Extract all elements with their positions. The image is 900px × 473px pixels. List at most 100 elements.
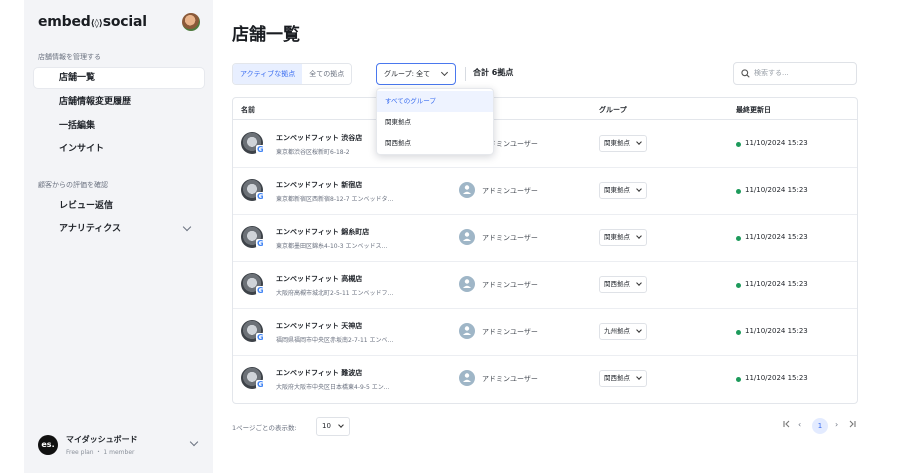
chevron-down-icon [189,437,199,447]
user-name: アドミンユーザー [482,281,538,289]
current-page[interactable]: 1 [812,418,828,434]
embedsocial-logo[interactable]: embed⟨◊⟩social [38,14,147,30]
chevron-down-icon [440,68,449,77]
sidebar: embed⟨◊⟩social 店舗情報を管理する 店舗一覧 店舗情報変更履歴 一… [24,0,213,473]
user-name: アドミンユーザー [482,187,538,195]
location-filter-tabs: アクティブな拠点 全ての拠点 [232,63,353,85]
locations-table: 名前 グループ 最終更新日 G エンベッドフィット 渋谷店 東京都渋谷区桜新町6… [232,97,858,404]
logo-mark-icon: ⟨◊⟩ [90,19,103,29]
per-page-select[interactable]: 10 [316,417,350,436]
table-row[interactable]: G エンベッドフィット 天神店 福岡県福岡市中央区赤坂南2-7-11 エンベ..… [233,309,857,356]
google-icon: G [256,239,265,248]
chevron-down-icon [182,222,192,232]
table-row[interactable]: G エンベッドフィット 渋谷店 東京都渋谷区桜新町6-18-2 アドミンユーザー… [233,121,857,168]
user-icon [459,229,475,245]
chevron-down-icon [636,280,642,286]
group-dropdown[interactable]: 関西拠点 [599,276,647,293]
google-icon: G [256,192,265,201]
location-name[interactable]: エンベッドフィット 天神店 [276,321,362,331]
account-logo: es. [38,435,58,455]
location-address: 大阪府大阪市中央区日本橋東4-9-5 エン... [276,384,390,391]
first-page-icon[interactable] [783,420,791,430]
google-icon: G [256,286,265,295]
last-updated: 11/10/2024 15:23 [745,280,808,288]
chevron-down-icon [636,374,642,380]
dropdown-item-kanto[interactable]: 関東拠点 [377,112,493,133]
account-switcher[interactable]: es. マイダッシュボード Free plan ・ 1 member [34,430,209,460]
google-icon: G [256,333,265,342]
group-dropdown[interactable]: 関東拠点 [599,182,647,199]
search-icon [741,69,750,78]
user-icon [459,370,475,386]
google-icon: G [256,145,265,154]
user-name: アドミンユーザー [482,375,538,383]
tab-active-locations[interactable]: アクティブな拠点 [233,64,303,84]
tab-all-locations[interactable]: 全ての拠点 [302,64,352,84]
sidebar-item-change-history[interactable]: 店舗情報変更履歴 [34,92,204,112]
last-page-icon[interactable] [848,420,856,430]
dropdown-item-kansai[interactable]: 関西拠点 [377,133,493,154]
status-dot-icon [736,330,741,335]
status-dot-icon [736,283,741,288]
group-dropdown[interactable]: 関西拠点 [599,370,647,387]
location-address: 東京都墨田区錦糸4-10-3 エンベッドス... [276,243,388,250]
last-updated: 11/10/2024 15:23 [745,233,808,241]
sidebar-item-insights[interactable]: インサイト [34,139,204,159]
status-dot-icon [736,377,741,382]
chevron-down-icon [636,186,642,192]
location-address: 大阪府高槻市城北町2-5-11 エンベッドフ... [276,290,394,297]
user-name: アドミンユーザー [482,234,538,242]
total-count: 合計 6拠点 [473,68,514,77]
chevron-down-icon [636,233,642,239]
section-label-reviews: 顧客からの評価を確認 [38,181,108,189]
table-row[interactable]: G エンベッドフィット 錦糸町店 東京都墨田区錦糸4-10-3 エンベッドス..… [233,215,857,262]
google-icon: G [256,380,265,389]
group-dropdown-menu: すべてのグループ 関東拠点 関西拠点 [376,88,494,155]
location-address: 東京都渋谷区桜新町6-18-2 [276,149,350,156]
last-updated: 11/10/2024 15:23 [745,139,808,147]
table-row[interactable]: G エンベッドフィット 難波店 大阪府大阪市中央区日本橋東4-9-5 エン...… [233,356,857,403]
status-dot-icon [736,236,741,241]
column-header-updated: 最終更新日 [736,106,771,114]
location-name[interactable]: エンベッドフィット 渋谷店 [276,133,362,143]
status-dot-icon [736,142,741,147]
table-header: 名前 グループ 最終更新日 [233,98,857,120]
dropdown-item-all-groups[interactable]: すべてのグループ [377,91,493,112]
group-dropdown[interactable]: 関東拠点 [599,229,647,246]
group-dropdown[interactable]: 九州拠点 [599,323,647,340]
column-header-name: 名前 [241,106,255,114]
location-name[interactable]: エンベッドフィット 錦糸町店 [276,227,369,237]
location-name[interactable]: エンベッドフィット 難波店 [276,368,362,378]
last-updated: 11/10/2024 15:23 [745,374,808,382]
group-select[interactable]: グループ: 全て [376,63,456,85]
last-updated: 11/10/2024 15:23 [745,186,808,194]
location-address: 東京都新宿区西新宿8-12-7 エンベッドタ... [276,196,394,203]
sidebar-item-review-reply[interactable]: レビュー返信 [34,196,204,216]
column-header-group: グループ [599,106,627,114]
user-icon [459,276,475,292]
chevron-down-icon [636,139,642,145]
account-name: マイダッシュボード [66,435,138,444]
user-icon [459,182,475,198]
sidebar-item-location-list[interactable]: 店舗一覧 [34,68,204,88]
next-page-button[interactable]: › [835,420,838,429]
user-avatar[interactable] [182,13,200,31]
account-plan: Free plan ・ 1 member [66,449,135,456]
chevron-down-icon [338,422,344,428]
prev-page-button[interactable]: ‹ [798,420,801,429]
section-label-manage: 店舗情報を管理する [38,53,101,61]
location-name[interactable]: エンベッドフィット 高槻店 [276,274,362,284]
user-icon [459,323,475,339]
status-dot-icon [736,189,741,194]
page-title: 店舗一覧 [232,25,300,45]
table-row[interactable]: G エンベッドフィット 高槻店 大阪府高槻市城北町2-5-11 エンベッドフ..… [233,262,857,309]
per-page-label: 1ページごとの表示数: [232,424,297,432]
last-updated: 11/10/2024 15:23 [745,327,808,335]
search-input[interactable]: 検索する... [733,62,857,85]
sidebar-item-analytics[interactable]: アナリティクス [34,219,204,239]
group-dropdown[interactable]: 関東拠点 [599,135,647,152]
sidebar-item-bulk-edit[interactable]: 一括編集 [34,116,204,136]
chevron-down-icon [636,327,642,333]
location-name[interactable]: エンベッドフィット 新宿店 [276,180,362,190]
table-row[interactable]: G エンベッドフィット 新宿店 東京都新宿区西新宿8-12-7 エンベッドタ..… [233,168,857,215]
